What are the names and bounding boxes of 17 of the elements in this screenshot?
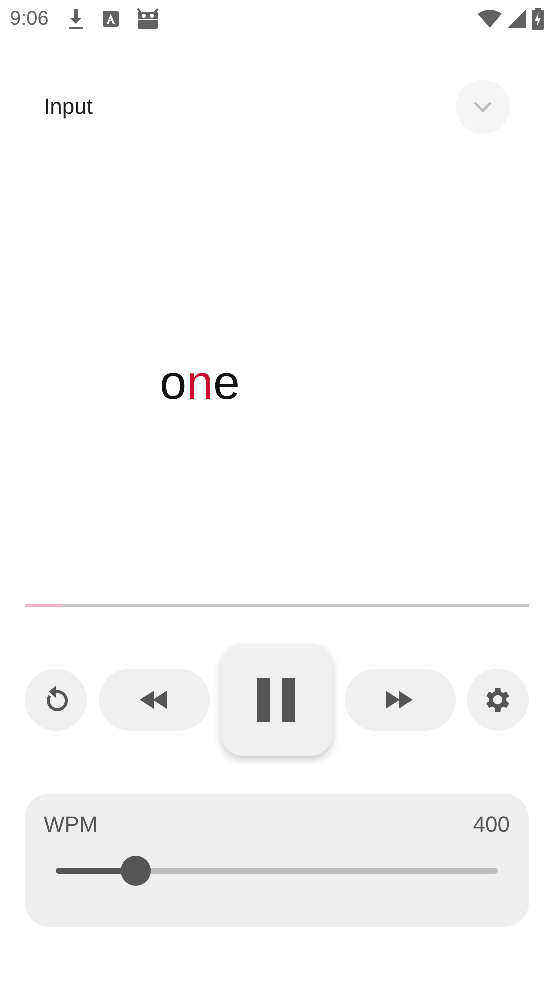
wifi-icon (478, 10, 502, 28)
wpm-value: 400 (473, 812, 510, 838)
fast-forward-icon (386, 691, 414, 709)
battery-icon (532, 8, 544, 30)
pause-button[interactable] (221, 644, 333, 756)
rewind-icon (140, 691, 168, 709)
wpm-label: WPM (44, 812, 98, 838)
font-icon (102, 11, 119, 27)
download-icon (66, 8, 85, 30)
signal-icon (508, 10, 526, 28)
chevron-down-icon (473, 101, 493, 113)
robot-icon (136, 8, 159, 30)
input-title: Input (44, 94, 93, 120)
slider-thumb[interactable] (120, 856, 151, 886)
reading-word: one (160, 360, 240, 408)
pause-icon (257, 678, 297, 722)
clock: 9:06 (10, 8, 49, 30)
